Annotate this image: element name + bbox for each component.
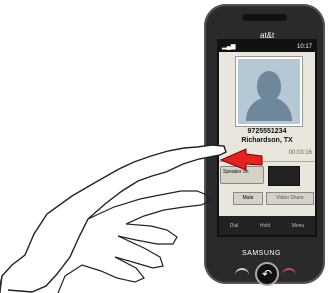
finger-outline-icon	[57, 256, 145, 293]
hand-outline-icon	[0, 144, 227, 293]
finger-outline-icon	[117, 223, 178, 245]
swipe-arrow-icon	[219, 148, 263, 171]
pointing-hand-illustration	[0, 144, 263, 293]
